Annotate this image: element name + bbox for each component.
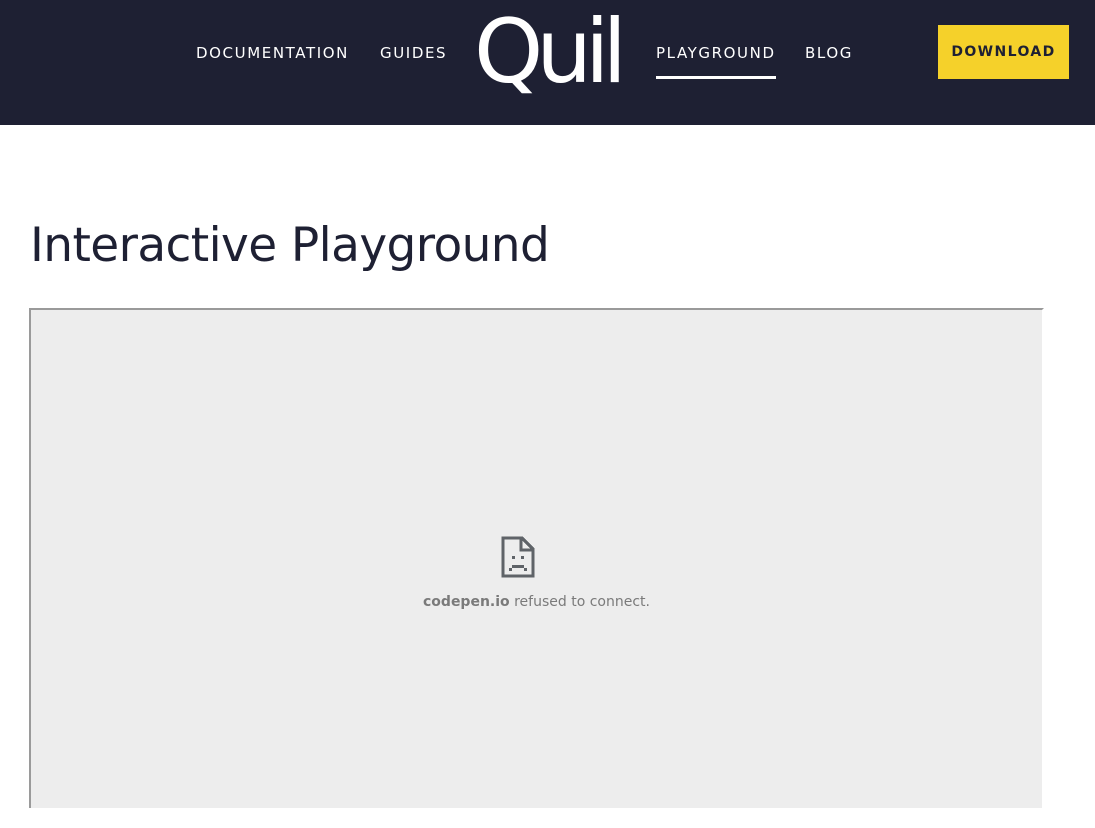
connection-error-message: codepen.io refused to connect.	[31, 594, 1042, 610]
nav-link-blog[interactable]: BLOG	[805, 44, 853, 62]
codepen-embed-frame[interactable]: codepen.io refused to connect.	[29, 308, 1044, 808]
quill-logo[interactable]: Quill	[474, 6, 628, 100]
page-title: Interactive Playground	[30, 218, 550, 273]
error-text: refused to connect.	[509, 594, 650, 610]
logo-text: Quill	[474, 6, 628, 100]
error-host: codepen.io	[423, 594, 510, 610]
nav-link-guides[interactable]: GUIDES	[380, 44, 447, 62]
sad-document-icon	[501, 536, 535, 578]
site-header: DOCUMENTATION GUIDES Quill PLAYGROUND BL…	[0, 0, 1095, 125]
download-button[interactable]: DOWNLOAD	[938, 25, 1069, 79]
nav-link-playground[interactable]: PLAYGROUND	[656, 44, 776, 79]
nav-link-documentation[interactable]: DOCUMENTATION	[196, 44, 349, 62]
